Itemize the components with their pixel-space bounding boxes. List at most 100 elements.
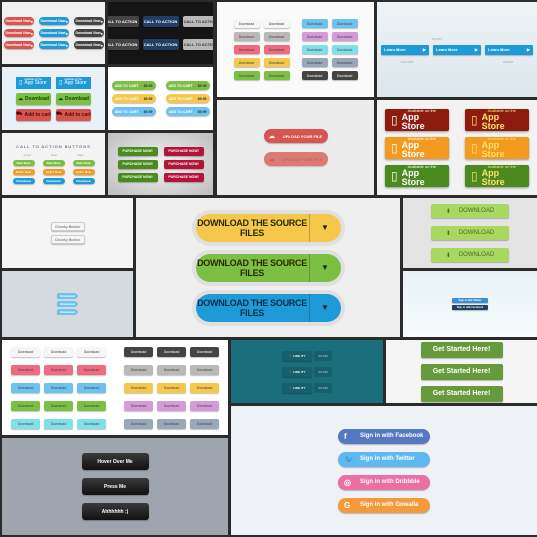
dark-button[interactable]: Press Me [81, 478, 149, 495]
get-started-button[interactable]: Get Started Here! [420, 363, 503, 380]
sign-in-dribbble-button[interactable]: ◎ Sign in with Dribbble [338, 474, 430, 490]
call-to-action-button[interactable]: CALL TO ACTION [142, 16, 179, 27]
sign-in-facebook-button[interactable]: f Sign in with Facebook [338, 428, 430, 444]
purchase-now-button[interactable]: PURCHASE NOW! [117, 172, 158, 182]
download-button[interactable]: Download [157, 382, 186, 393]
cta-button[interactable]: Order Now [72, 169, 95, 175]
cta-button[interactable]: Order Now [42, 169, 65, 175]
download-button[interactable]: Download [233, 45, 260, 54]
download-button[interactable]: Download [44, 418, 73, 429]
add-to-cart-button[interactable]: ADD TO CART $9.99 [165, 94, 210, 103]
chunky-button[interactable]: Chunky Button [50, 235, 85, 244]
get-started-button[interactable]: Get Started Here! [420, 385, 503, 402]
download-now-button[interactable]: Download Now ● [73, 17, 104, 25]
purchase-now-button[interactable]: PURCHASE NOW! [163, 172, 204, 182]
cta-button[interactable]: Order Now [12, 169, 35, 175]
app-store-badge[interactable]: ▯ Available on the App Store [465, 164, 529, 187]
download-now-button[interactable]: Download Now ● [3, 17, 34, 25]
cta-button[interactable]: Download [72, 178, 95, 184]
upload-file-button[interactable]: ☁ UPLOAD YOUR FILE [263, 129, 328, 143]
upload-file-button[interactable]: ☁ UPLOAD YOUR FILE [263, 152, 328, 166]
cta-button[interactable]: Start Now [42, 160, 65, 166]
app-store-badge[interactable]: ▯ Available on the App Store [385, 108, 449, 131]
download-button[interactable]: Download [44, 400, 73, 411]
download-button[interactable]: Download [190, 418, 219, 429]
download-button[interactable]: ⬇ DOWNLOAD [431, 226, 509, 240]
download-button[interactable]: Download [44, 382, 73, 393]
call-to-action-button[interactable]: CALL TO ACTION [182, 39, 213, 50]
like-it-button[interactable]: ♥ LIKE IT? [282, 382, 313, 393]
like-it-button[interactable]: ♥ LIKE IT? [282, 366, 313, 377]
download-button[interactable]: Download [124, 346, 153, 357]
download-button[interactable]: Download [233, 19, 260, 28]
app-store-badge[interactable]: ▯ Available on the App Store [465, 136, 529, 159]
cta-button[interactable]: Download [42, 178, 65, 184]
add-to-cart-button[interactable]: ADD TO CART $9.99 [165, 81, 210, 90]
download-tag-button[interactable]: Download [56, 301, 79, 307]
download-button[interactable]: Download [301, 32, 328, 41]
download-button[interactable]: ⬇ DOWNLOAD [431, 248, 509, 262]
learn-more-button[interactable]: Learn More ▶ [485, 44, 533, 55]
download-source-files-button[interactable]: DOWNLOAD THE SOURCE FILES ▼ [195, 253, 341, 282]
download-button[interactable]: Download [157, 400, 186, 411]
download-button[interactable]: Download [190, 364, 219, 375]
download-button[interactable]: Download [331, 45, 358, 54]
download-button[interactable]: Download [11, 382, 40, 393]
download-button[interactable]: Download [233, 58, 260, 67]
download-button[interactable]: Download [301, 19, 328, 28]
app-store-badge[interactable]: ▯ Available on the App Store [385, 164, 449, 187]
download-tag-button[interactable]: Download [56, 293, 79, 299]
download-button[interactable]: Download [263, 32, 290, 41]
download-button[interactable]: Download [233, 71, 260, 80]
download-button[interactable]: Download [77, 346, 106, 357]
download-button[interactable]: Download [157, 346, 186, 357]
dark-button[interactable]: Ahhhhhh :) [81, 503, 149, 520]
download-now-button[interactable]: Download Now ● [73, 29, 104, 37]
download-button[interactable]: Download [157, 364, 186, 375]
add-to-cart-button[interactable]: ADD TO CART $9.99 [111, 107, 156, 116]
sign-in-gowalla-button[interactable]: G Sign in with Gowalla [338, 497, 430, 513]
add-to-cart-button[interactable]: ⛟ Add to cart [16, 108, 51, 121]
download-button[interactable]: Download [301, 45, 328, 54]
download-button[interactable]: Download [233, 32, 260, 41]
app-store-button[interactable]: ▯ Available on the App Store [56, 76, 91, 89]
sign-in-twitter-button[interactable]: Sign in with Twitter [452, 298, 488, 303]
download-now-button[interactable]: Download Now ● [3, 41, 34, 49]
download-button[interactable]: Download [331, 71, 358, 80]
like-it-button[interactable]: ♥ LIKE IT? [282, 350, 313, 361]
sign-in-twitter-button[interactable]: 🐦 Sign in with Twitter [338, 451, 430, 467]
cta-button[interactable]: Start Now [12, 160, 35, 166]
download-button[interactable]: Download [331, 58, 358, 67]
cta-button[interactable]: Start Now [72, 160, 95, 166]
add-to-cart-button[interactable]: ADD TO CART $9.99 [111, 94, 156, 103]
download-now-button[interactable]: Download Now ● [38, 29, 69, 37]
download-button[interactable]: Download [263, 45, 290, 54]
add-to-cart-button[interactable]: ADD TO CART $9.99 [165, 107, 210, 116]
download-button[interactable]: Download [263, 58, 290, 67]
download-button[interactable]: ☁ Download [16, 92, 51, 105]
download-button[interactable]: Download [331, 32, 358, 41]
sign-in-facebook-button[interactable]: Sign in with Facebook [452, 305, 488, 310]
download-button[interactable]: Download [11, 400, 40, 411]
call-to-action-button[interactable]: CALL TO ACTION [108, 16, 139, 27]
download-button[interactable]: ☁ Download [56, 92, 91, 105]
download-now-button[interactable]: Download Now ● [3, 29, 34, 37]
chunky-button[interactable]: Chunky Button [50, 222, 85, 231]
get-started-button[interactable]: Get Started Here! [420, 341, 503, 358]
download-button[interactable]: Download [11, 364, 40, 375]
app-store-badge[interactable]: ▯ Available on the App Store [385, 136, 449, 159]
download-tag-button[interactable]: Download [56, 309, 79, 315]
download-button[interactable]: Download [157, 418, 186, 429]
download-button[interactable]: Download [44, 364, 73, 375]
download-source-files-button[interactable]: DOWNLOAD THE SOURCE FILES ▼ [195, 293, 341, 322]
cta-button[interactable]: Download [12, 178, 35, 184]
download-now-button[interactable]: Download Now ● [38, 17, 69, 25]
download-button[interactable]: Download [124, 364, 153, 375]
download-now-button[interactable]: Download Now ● [73, 41, 104, 49]
download-button[interactable]: Download [124, 382, 153, 393]
call-to-action-button[interactable]: CALL TO ACTION [142, 39, 179, 50]
download-button[interactable]: Download [124, 418, 153, 429]
purchase-now-button[interactable]: PURCHASE NOW! [117, 146, 158, 156]
download-button[interactable]: Download [44, 346, 73, 357]
download-button[interactable]: Download [331, 19, 358, 28]
